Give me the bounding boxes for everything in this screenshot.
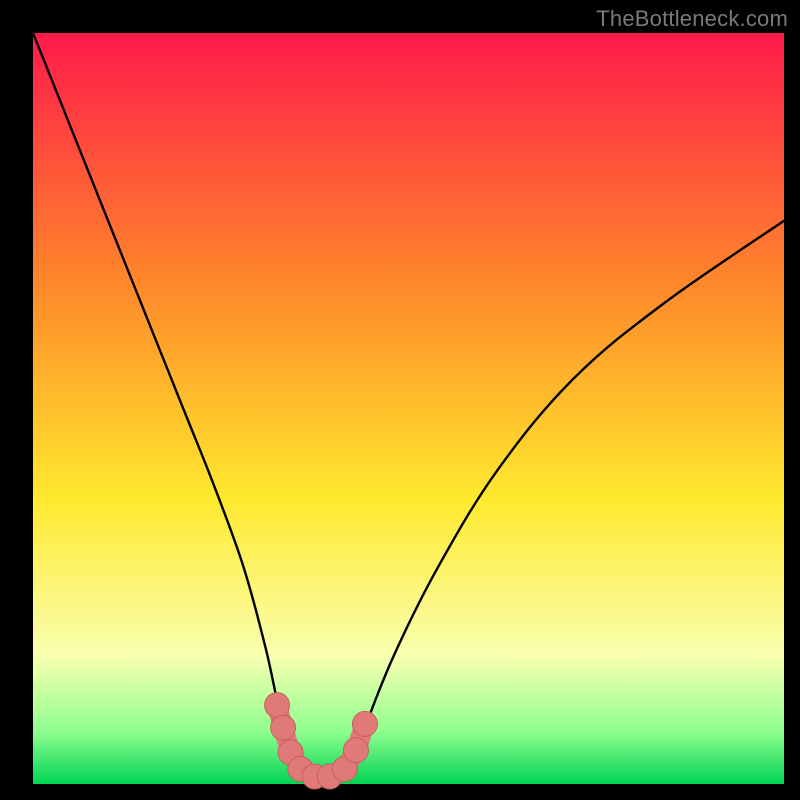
optimal-marker: [352, 711, 377, 736]
optimal-marker: [265, 693, 290, 718]
optimal-marker: [271, 715, 296, 740]
plot-background: [33, 33, 784, 784]
optimal-marker: [343, 738, 368, 763]
chart-frame: { "watermark": "TheBottleneck.com", "col…: [0, 0, 800, 800]
bottleneck-chart: [0, 0, 800, 800]
watermark-text: TheBottleneck.com: [596, 6, 788, 32]
